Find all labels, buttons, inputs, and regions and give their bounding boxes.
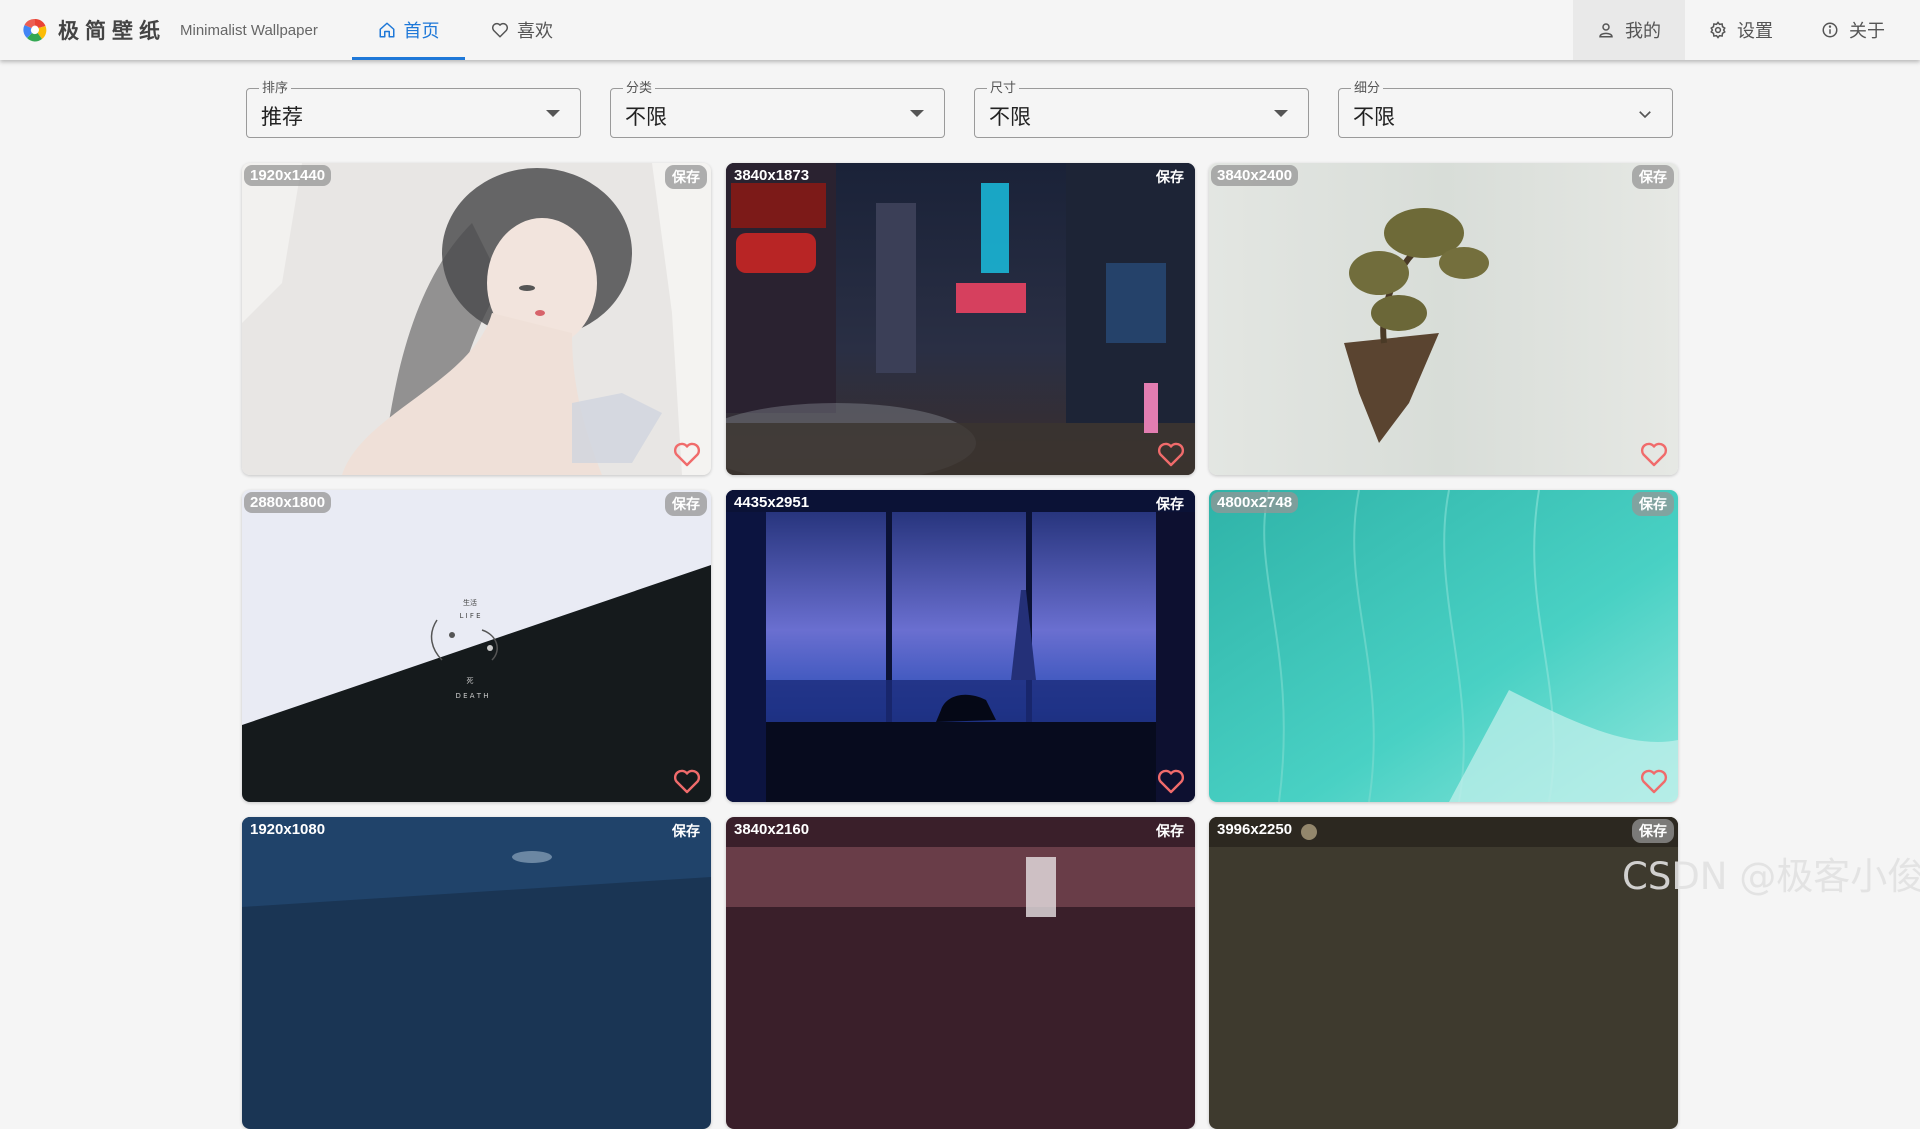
user-icon	[1599, 23, 1613, 38]
heart-icon[interactable]	[1157, 768, 1185, 794]
wallpaper-card[interactable]: 生活 L I F E 死 D E A T H 2880x1800 保存	[242, 490, 711, 802]
heart-icon[interactable]	[1640, 768, 1668, 794]
brand[interactable]: 极简壁纸 Minimalist Wallpaper	[22, 16, 318, 44]
sort-value: 推荐	[261, 105, 303, 129]
wallpaper-card[interactable]: 3840x1873 保存	[726, 163, 1195, 475]
tab-home-label: 首页	[403, 21, 440, 41]
subcategory-label: 细分	[1351, 80, 1384, 96]
caret-down-icon	[546, 110, 560, 117]
wallpaper-image[interactable]: 生活 L I F E 死 D E A T H	[242, 490, 711, 802]
save-button[interactable]: 保存	[1149, 165, 1191, 189]
resolution-badge: 4800x2748	[1211, 492, 1299, 513]
resolution-badge: 1920x1440	[244, 165, 332, 186]
wallpaper-image[interactable]	[726, 817, 1195, 1129]
resolution-badge: 3840x1873	[734, 167, 810, 184]
pinwheel-logo-icon	[23, 18, 47, 42]
tab-favorites[interactable]: 喜欢	[472, 0, 572, 60]
top-app-bar: 极简壁纸 Minimalist Wallpaper 首页 喜欢 我的 设置 关于	[0, 0, 1920, 60]
menu-mine[interactable]: 我的	[1573, 0, 1685, 60]
wallpaper-card[interactable]: 3840x2160 保存	[726, 817, 1195, 1129]
menu-about-label: 关于	[1849, 21, 1885, 41]
art-text-top: L I F E	[459, 612, 480, 620]
menu-settings-label: 设置	[1737, 21, 1773, 41]
menu-about[interactable]: 关于	[1797, 0, 1909, 60]
wallpaper-image[interactable]	[1209, 163, 1678, 475]
save-button[interactable]: 保存	[1632, 819, 1674, 843]
size-label: 尺寸	[987, 80, 1020, 96]
app-subtitle: Minimalist Wallpaper	[180, 21, 318, 39]
art-text-bottom-cn: 死	[467, 677, 474, 685]
save-button[interactable]: 保存	[1632, 492, 1674, 516]
category-value: 不限	[625, 105, 667, 129]
wallpaper-card[interactable]: 4435x2951 保存	[726, 490, 1195, 802]
resolution-badge: 2880x1800	[244, 492, 332, 513]
wallpaper-image[interactable]	[242, 817, 711, 1129]
wallpaper-image[interactable]	[726, 490, 1195, 802]
art-text-top-cn: 生活	[463, 598, 477, 607]
save-button[interactable]: 保存	[665, 165, 707, 189]
save-button[interactable]: 保存	[665, 492, 707, 516]
wallpaper-card[interactable]: 1920x1080 保存	[242, 817, 711, 1129]
resolution-badge: 1920x1080	[250, 821, 326, 838]
size-value: 不限	[989, 105, 1031, 129]
tab-favorites-label: 喜欢	[517, 21, 553, 41]
subcategory-select[interactable]: 细分 不限	[1338, 80, 1673, 138]
resolution-badge: 4435x2951	[734, 494, 810, 511]
wallpaper-card[interactable]: 1920x1440 保存	[242, 163, 711, 475]
wallpaper-card[interactable]: 3996x2250 保存	[1209, 817, 1678, 1129]
heart-outline-icon	[491, 22, 509, 38]
chevron-down-icon	[1639, 111, 1651, 119]
save-button[interactable]: 保存	[1632, 165, 1674, 189]
resolution-badge: 3840x2160	[734, 821, 810, 838]
menu-mine-label: 我的	[1625, 21, 1661, 41]
wallpaper-image[interactable]	[726, 163, 1195, 475]
subcategory-value: 不限	[1353, 105, 1395, 129]
save-button[interactable]: 保存	[1149, 819, 1191, 843]
heart-icon[interactable]	[673, 441, 701, 467]
heart-icon[interactable]	[1157, 441, 1185, 467]
menu-settings[interactable]: 设置	[1685, 0, 1797, 60]
wallpaper-image[interactable]	[242, 163, 711, 475]
tab-home[interactable]: 首页	[352, 0, 465, 60]
home-icon	[379, 22, 394, 38]
size-select[interactable]: 尺寸 不限	[974, 80, 1309, 138]
resolution-badge: 3996x2250	[1217, 821, 1293, 838]
sort-label: 排序	[259, 80, 292, 96]
wallpaper-card[interactable]: 3840x2400 保存	[1209, 163, 1678, 475]
save-button[interactable]: 保存	[1149, 492, 1191, 516]
resolution-badge: 3840x2400	[1211, 165, 1299, 186]
caret-down-icon	[1274, 110, 1288, 117]
wallpaper-image[interactable]	[1209, 490, 1678, 802]
sort-select[interactable]: 排序 推荐	[246, 80, 581, 138]
caret-down-icon	[910, 110, 924, 117]
art-text-bottom: D E A T H	[455, 692, 488, 700]
category-label: 分类	[623, 80, 656, 96]
wallpaper-image[interactable]	[1209, 817, 1678, 1129]
app-name: 极简壁纸	[58, 19, 166, 43]
save-button[interactable]: 保存	[665, 819, 707, 843]
category-select[interactable]: 分类 不限	[610, 80, 945, 138]
gear-icon	[1710, 21, 1726, 39]
wallpaper-card[interactable]: 4800x2748 保存	[1209, 490, 1678, 802]
info-icon	[1822, 22, 1838, 38]
heart-icon[interactable]	[1640, 441, 1668, 467]
heart-icon[interactable]	[673, 768, 701, 794]
watermark: CSDN @极客小俊	[1622, 855, 1920, 898]
